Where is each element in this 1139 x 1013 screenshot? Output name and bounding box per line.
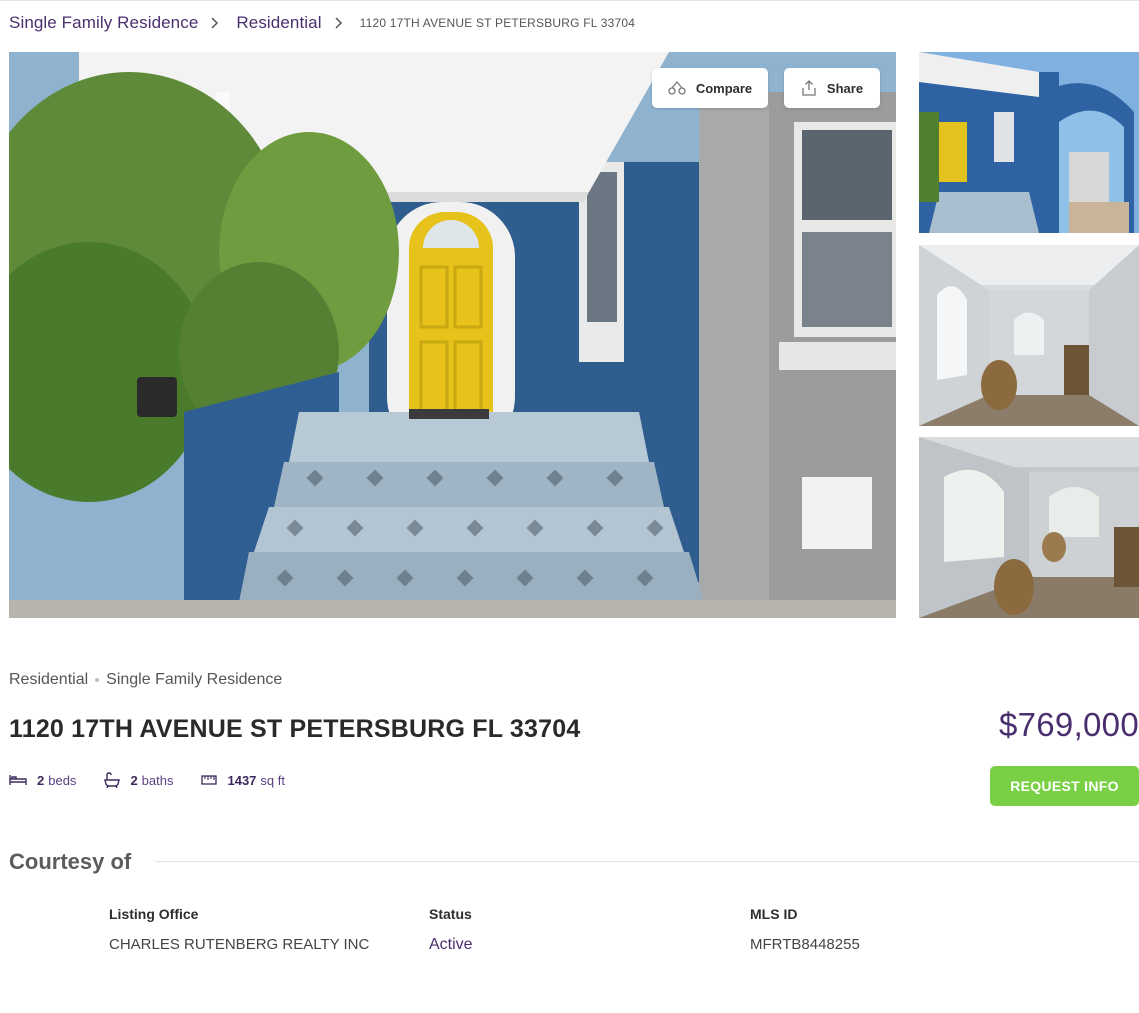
baths-count: 2 — [130, 772, 138, 788]
mls-id-label: MLS ID — [750, 906, 798, 922]
share-button[interactable]: Share — [784, 68, 880, 108]
property-type: Residential — [9, 671, 89, 688]
top-divider — [0, 0, 1139, 1]
compare-button-label: Compare — [695, 80, 753, 96]
sqft-count: 1437 — [227, 772, 257, 788]
breadcrumb: Single Family Residence Residential 1120… — [9, 12, 635, 34]
property-subtype: Single Family Residence — [106, 671, 283, 688]
thumbnail-photo-2[interactable] — [919, 245, 1139, 426]
ruler-icon — [201, 775, 218, 785]
listing-office-block: Listing Office CHARLES RUTENBERG REALTY … — [109, 906, 369, 953]
share-button-label: Share — [826, 80, 864, 96]
main-photo[interactable]: Compare Share — [9, 52, 896, 618]
breadcrumb-single-family[interactable]: Single Family Residence — [9, 13, 198, 33]
request-info-button[interactable]: REQUEST INFO — [990, 766, 1139, 806]
property-types: Residential Single Family Residence — [9, 671, 282, 689]
listing-price: $769,000 — [998, 706, 1139, 743]
property-facts: 2 beds 2 baths 1437 sq ft — [9, 772, 313, 788]
mls-id-block: MLS ID MFRTB8448255 — [750, 906, 860, 953]
beds-count: 2 — [37, 772, 45, 788]
courtesy-divider — [155, 861, 1139, 862]
sqft-fact: 1437 sq ft — [201, 773, 285, 788]
main-photo-image — [9, 52, 896, 618]
separator-dot — [95, 678, 100, 682]
share-icon — [802, 80, 816, 96]
bath-icon — [104, 772, 121, 788]
status-label: Status — [429, 906, 472, 922]
courtesy-heading: Courtesy of — [9, 849, 132, 874]
compare-button[interactable]: Compare — [652, 68, 768, 108]
sqft-unit: sq ft — [260, 772, 285, 788]
thumbnail-photo-3[interactable] — [919, 437, 1139, 618]
mls-id-value: MFRTB8448255 — [750, 936, 860, 953]
baths-unit: baths — [141, 772, 174, 788]
listing-office-label: Listing Office — [109, 906, 199, 922]
bed-icon — [9, 775, 27, 785]
listing-office-value: CHARLES RUTENBERG REALTY INC — [109, 936, 370, 953]
breadcrumb-current-address: 1120 17TH AVENUE ST PETERSBURG FL 33704 — [359, 16, 636, 30]
status-block: Status Active — [429, 906, 473, 954]
beds-fact: 2 beds — [9, 773, 76, 788]
status-value: Active — [429, 936, 473, 953]
breadcrumb-residential[interactable]: Residential — [236, 13, 321, 33]
compare-icon — [668, 80, 686, 95]
chevron-right-icon — [334, 16, 346, 30]
baths-fact: 2 baths — [104, 772, 173, 788]
beds-unit: beds — [48, 772, 77, 788]
thumbnail-photo-1[interactable] — [919, 52, 1139, 233]
listing-address: 1120 17TH AVENUE ST PETERSBURG FL 33704 — [9, 715, 581, 743]
chevron-right-icon — [210, 16, 222, 30]
